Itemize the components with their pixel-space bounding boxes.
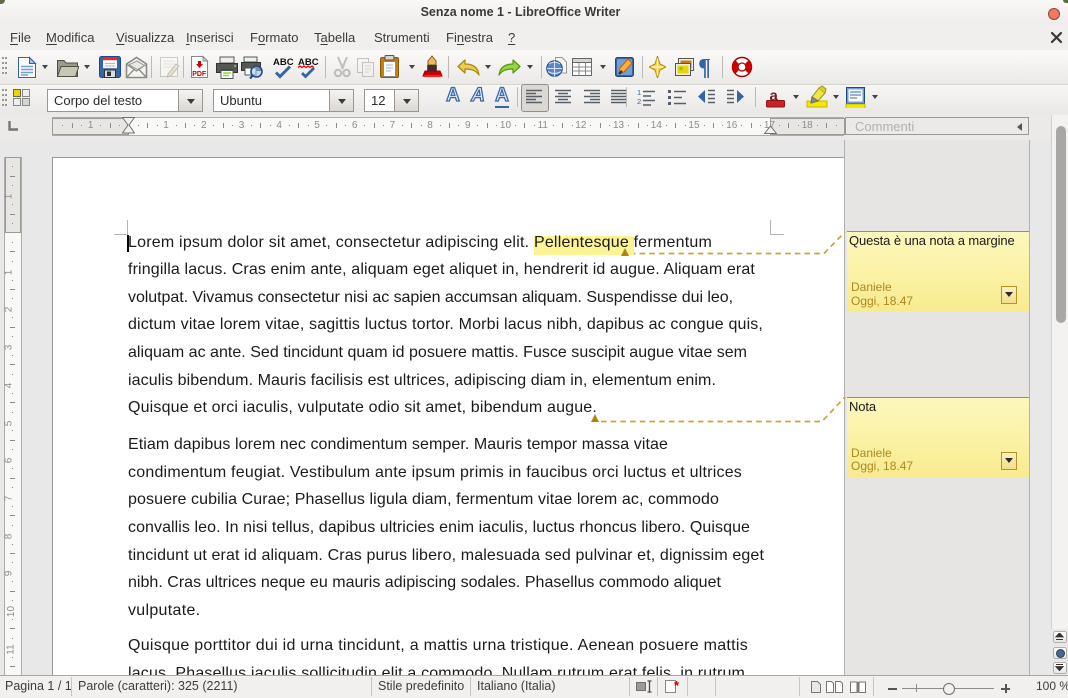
svg-text:2: 2 bbox=[637, 97, 641, 106]
svg-text:a: a bbox=[770, 88, 779, 105]
svg-text:*: * bbox=[674, 679, 680, 693]
svg-text:1: 1 bbox=[637, 88, 641, 97]
svg-text:¶: ¶ bbox=[698, 56, 711, 78]
svg-text:PDF: PDF bbox=[192, 71, 207, 78]
svg-text:ABC: ABC bbox=[273, 57, 294, 68]
